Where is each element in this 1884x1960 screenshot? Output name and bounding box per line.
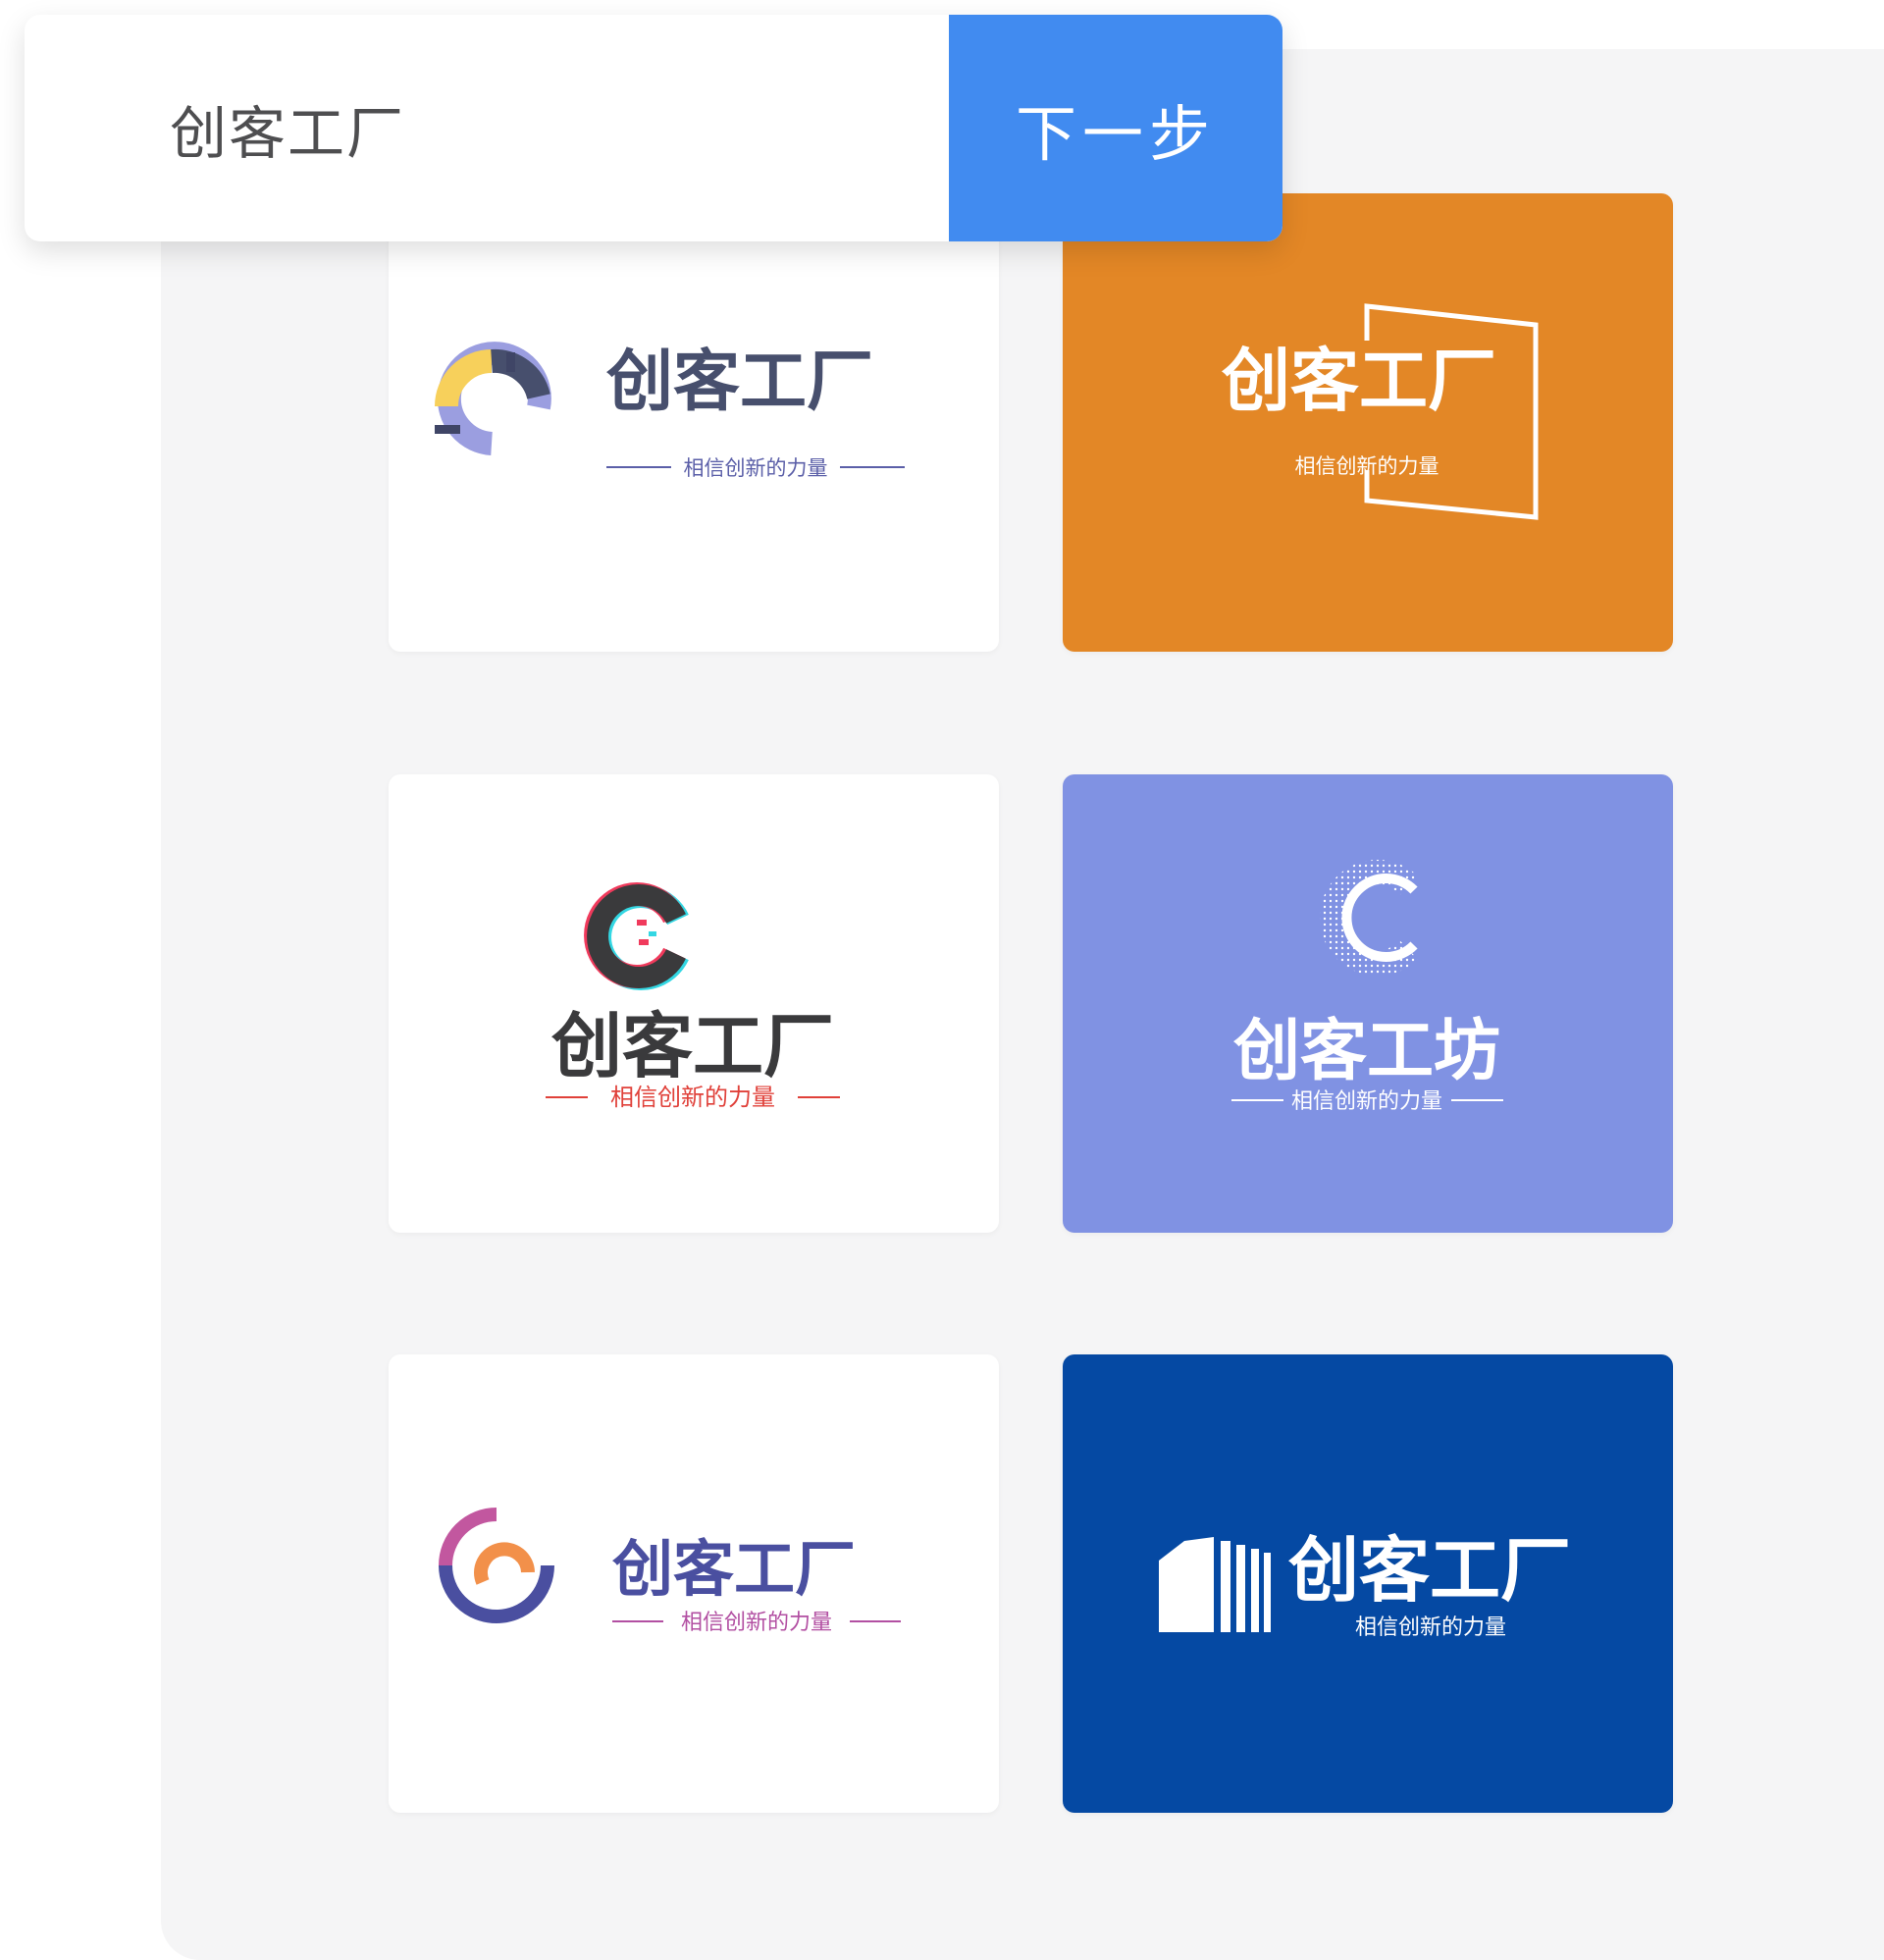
logo-name: 创客工厂	[1221, 341, 1496, 421]
logo-preview: 创客工厂 相信创新的力量	[439, 1508, 901, 1635]
glitch-c-icon	[584, 882, 689, 990]
logo-card[interactable]: 创客工厂 相信创新的力量	[389, 774, 999, 1233]
logo-preview: 创客工坊 相信创新的力量	[1231, 860, 1503, 1114]
logo-name: 创客工厂	[551, 1005, 834, 1087]
building-bars-icon	[1159, 1537, 1271, 1632]
swirl-ring-icon	[439, 1508, 554, 1623]
logo-card[interactable]: 创客工厂 相信创新的力量	[389, 1354, 999, 1813]
logo-card[interactable]: 创客工厂 相信创新的力量	[389, 193, 999, 652]
dotted-c-icon	[1320, 860, 1419, 976]
company-name-input[interactable]	[25, 15, 949, 241]
logo-tagline: 相信创新的力量	[1295, 454, 1439, 478]
next-step-button[interactable]: 下一步	[949, 15, 1282, 241]
logo-tagline: 相信创新的力量	[681, 1611, 832, 1635]
logo-name: 创客工厂	[1288, 1529, 1571, 1612]
logo-card[interactable]: 创客工厂 相信创新的力量	[1063, 193, 1673, 652]
c-ring-icon	[435, 342, 551, 455]
logo-preview: 创客工厂 相信创新的力量	[1159, 1529, 1571, 1640]
logo-card[interactable]: 创客工厂 相信创新的力量	[1063, 1354, 1673, 1813]
logo-tagline: 相信创新的力量	[684, 456, 828, 480]
logo-tagline: 相信创新的力量	[610, 1084, 775, 1111]
logo-preview: 创客工厂 相信创新的力量	[546, 882, 840, 1111]
logo-preview: 创客工厂 相信创新的力量	[435, 342, 905, 480]
logo-preview: 创客工厂 相信创新的力量	[1221, 303, 1539, 520]
logo-name: 创客工坊	[1232, 1013, 1500, 1090]
logo-name: 创客工厂	[605, 344, 873, 421]
logo-name: 创客工厂	[612, 1533, 856, 1605]
logo-tagline: 相信创新的力量	[1355, 1616, 1506, 1640]
logo-tagline: 相信创新的力量	[1291, 1089, 1442, 1114]
search-bar: 下一步	[25, 15, 1282, 241]
logo-card[interactable]: 创客工坊 相信创新的力量	[1063, 774, 1673, 1233]
